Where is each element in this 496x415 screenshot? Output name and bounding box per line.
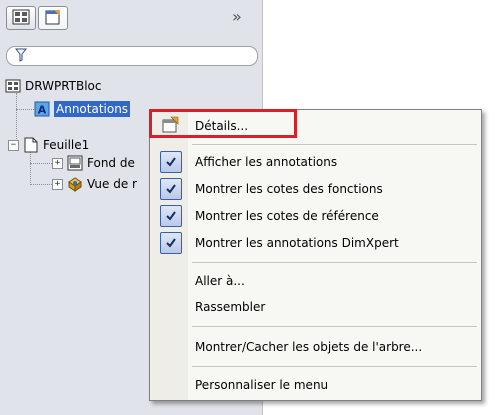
highlight-box bbox=[149, 109, 297, 138]
expand-toggle[interactable]: + bbox=[52, 178, 63, 190]
menu-item-label: Montrer les annotations DimXpert bbox=[195, 236, 399, 250]
tree-item-sheet[interactable]: − Feuille1 bbox=[8, 136, 89, 154]
menu-item-show-hide-tree-items[interactable]: Montrer/Cacher les objets de l'arbre... bbox=[150, 336, 481, 358]
menu-item-label: Afficher les annotations bbox=[195, 155, 338, 169]
menu-item-label: Aller à... bbox=[195, 274, 245, 288]
menu-item-show-reference-dims[interactable]: Montrer les cotes de référence bbox=[150, 204, 481, 228]
menu-item-show-feature-dims[interactable]: Montrer les cotes des fonctions bbox=[150, 177, 481, 201]
filter-icon bbox=[14, 48, 28, 65]
collapse-toggle[interactable]: − bbox=[8, 139, 19, 151]
menu-separator bbox=[192, 326, 477, 327]
menu-item-show-annotations[interactable]: Afficher les annotations bbox=[150, 150, 481, 174]
menu-separator bbox=[192, 366, 477, 367]
menu-item-label: Montrer les cotes des fonctions bbox=[195, 182, 383, 196]
menu-item-label: Rassembler bbox=[195, 300, 266, 314]
drawing-view-icon bbox=[67, 176, 83, 192]
annotations-icon: A bbox=[34, 101, 50, 117]
property-manager-tab[interactable] bbox=[38, 6, 68, 30]
tree-item-annotations[interactable]: A Annotations bbox=[34, 100, 131, 118]
drawing-icon bbox=[5, 78, 21, 94]
tree-item-drawing[interactable]: DRWPRTBloc bbox=[5, 77, 102, 95]
context-menu: Détails... Afficher les annotations Mont… bbox=[149, 109, 482, 401]
menu-item-label: Montrer les cotes de référence bbox=[195, 209, 379, 223]
panel-expand-button[interactable]: » bbox=[232, 7, 242, 26]
menu-item-label: Personnaliser le menu bbox=[195, 378, 329, 392]
expand-toggle[interactable]: + bbox=[52, 157, 63, 169]
menu-separator bbox=[192, 144, 477, 145]
menu-item-gather[interactable]: Rassembler bbox=[150, 296, 481, 318]
menu-separator bbox=[192, 262, 477, 263]
menu-item-label: Montrer/Cacher les objets de l'arbre... bbox=[195, 340, 423, 354]
sheet-icon bbox=[23, 137, 39, 153]
tree-item-label: Vue de r bbox=[87, 177, 137, 191]
tree-item-label: Annotations bbox=[54, 101, 131, 117]
checkmark-icon bbox=[160, 178, 182, 200]
tree-item-label: Feuille1 bbox=[43, 138, 90, 152]
property-manager-icon bbox=[44, 9, 62, 28]
tree-item-drawing-view[interactable]: + Vue de r bbox=[52, 175, 137, 193]
sheet-format-icon bbox=[67, 155, 83, 171]
feature-tree-icon bbox=[12, 9, 30, 28]
menu-item-customize[interactable]: Personnaliser le menu bbox=[150, 374, 481, 396]
checkmark-icon bbox=[160, 232, 182, 254]
checkmark-icon bbox=[160, 151, 182, 173]
tree-item-sheet-format[interactable]: + Fond de bbox=[52, 154, 135, 172]
tree-item-label: Fond de bbox=[87, 156, 135, 170]
checkmark-icon bbox=[160, 205, 182, 227]
tree-item-label: DRWPRTBloc bbox=[25, 79, 102, 93]
menu-item-go-to[interactable]: Aller à... bbox=[150, 270, 481, 292]
svg-text:A: A bbox=[38, 104, 47, 117]
menu-item-show-dimxpert[interactable]: Montrer les annotations DimXpert bbox=[150, 231, 481, 255]
tree-filter-input[interactable] bbox=[6, 46, 258, 66]
feature-tree-tab[interactable] bbox=[6, 6, 36, 30]
